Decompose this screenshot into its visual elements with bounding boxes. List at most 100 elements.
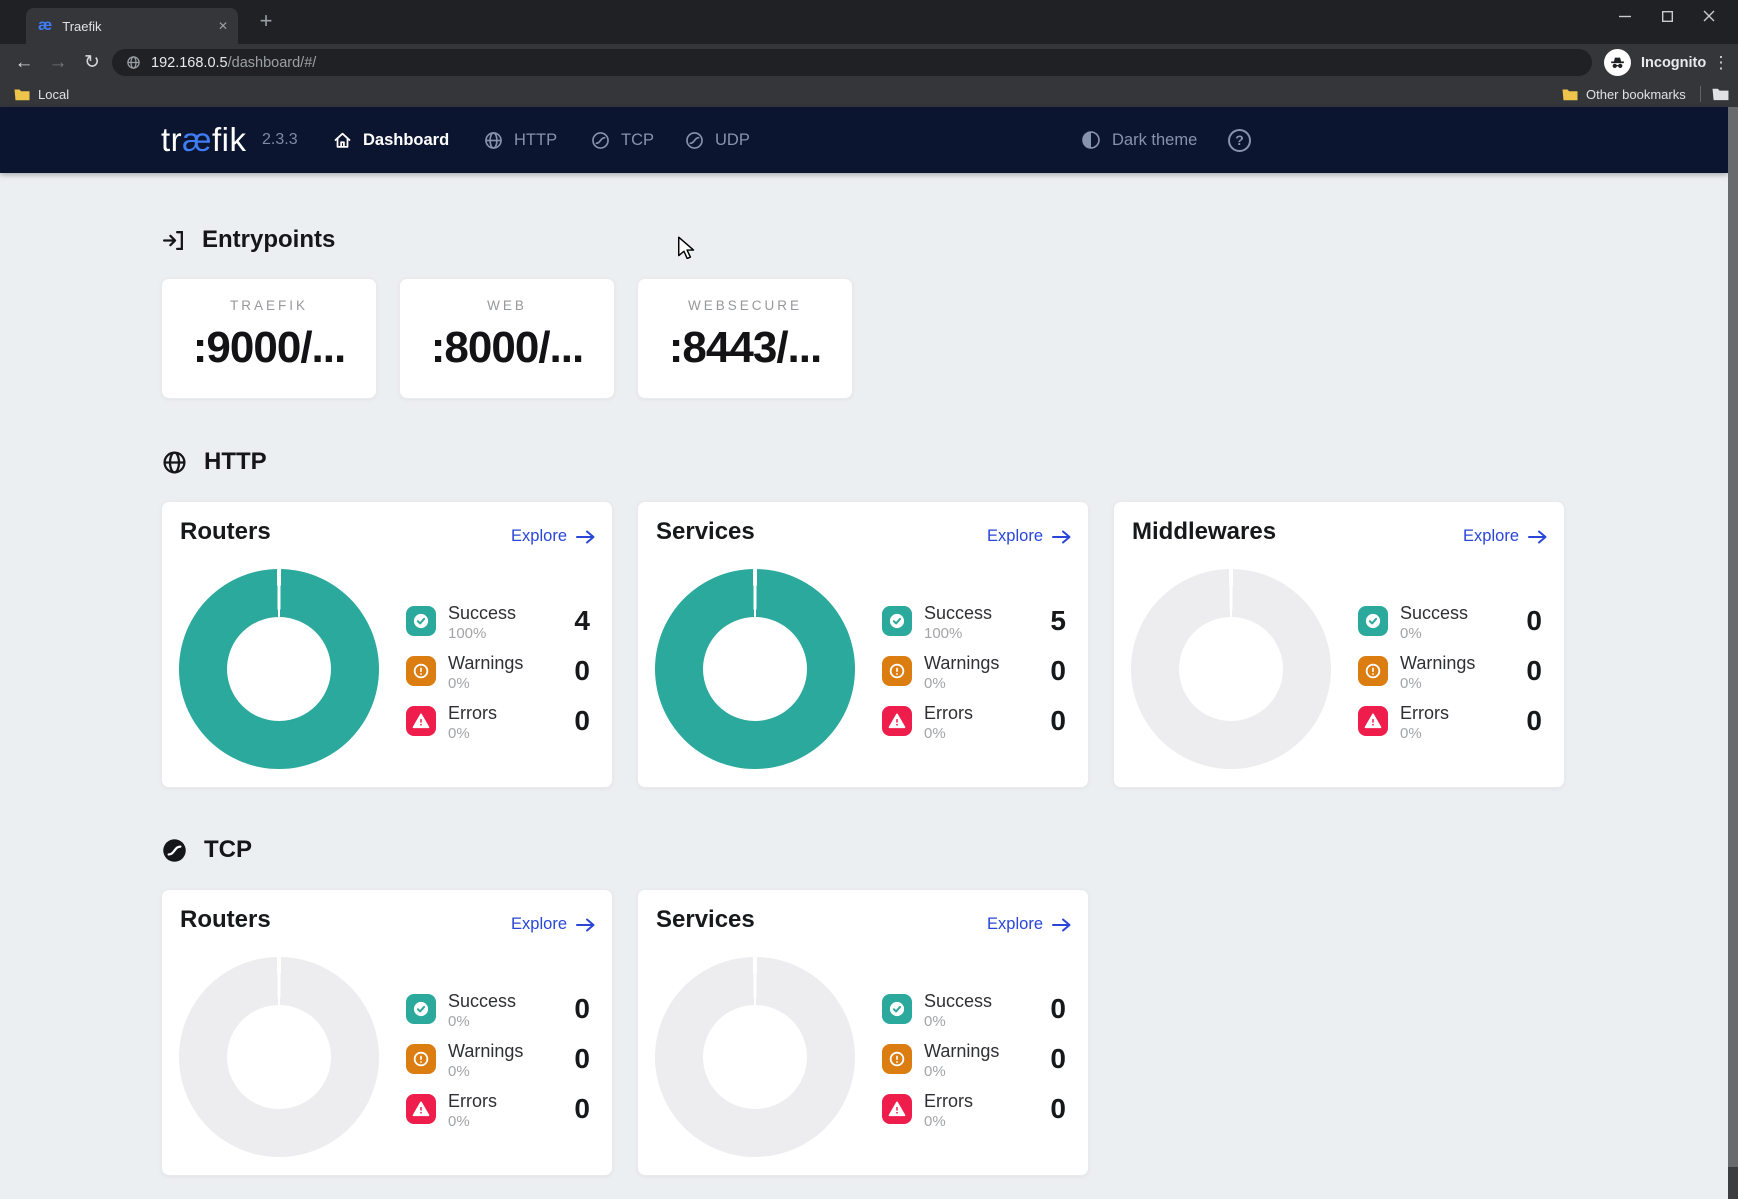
mouse-cursor — [676, 236, 696, 259]
nav-tcp[interactable]: TCP — [590, 107, 654, 173]
stat-label: Errors — [924, 1092, 973, 1111]
stat-label: Errors — [924, 704, 973, 723]
entrypoint-card-web: WEB :8000/... — [399, 278, 615, 399]
maximize-icon — [1662, 11, 1673, 22]
stat-errors: Errors0% — [406, 1094, 497, 1130]
explore-label: Explore — [511, 527, 567, 546]
nav-label: TCP — [621, 131, 654, 150]
entrypoint-name: TRAEFIK — [162, 298, 376, 313]
warning-icon — [406, 656, 436, 686]
nav-http[interactable]: HTTP — [483, 107, 557, 173]
explore-label: Explore — [987, 527, 1043, 546]
stat-warnings: Warnings0% — [882, 1044, 999, 1080]
tcp-services-card: Services Explore Success0% Warnings0% — [637, 889, 1089, 1176]
stat-warnings: Warnings0% — [882, 656, 999, 692]
traefik-favicon-icon: æ — [38, 17, 52, 35]
stat-success: Success0% — [1358, 606, 1468, 642]
stat-percent: 0% — [1400, 725, 1449, 742]
back-button[interactable]: ← — [10, 44, 38, 81]
traefik-header: træfik 2.3.3 Dashboard HTTP TCP — [0, 107, 1728, 173]
incognito-label: Incognito — [1641, 55, 1706, 71]
bookmark-label: Local — [38, 87, 69, 102]
stat-label: Success — [924, 992, 992, 1011]
success-icon — [882, 994, 912, 1024]
donut-hole — [703, 1005, 807, 1109]
bookmark-local-folder[interactable]: Local — [14, 81, 69, 107]
stat-value: 5 — [983, 606, 1066, 636]
http-heading: HTTP — [161, 448, 267, 476]
explore-link[interactable]: Explore — [987, 527, 1072, 546]
stat-warnings: Warnings0% — [406, 1044, 523, 1080]
explore-link[interactable]: Explore — [987, 915, 1072, 934]
donut-chart — [179, 957, 379, 1157]
stat-success: Success0% — [882, 994, 992, 1030]
forward-button[interactable]: → — [44, 44, 72, 81]
stat-label: Success — [448, 992, 516, 1011]
bookmarks-separator — [1700, 86, 1701, 102]
window-close-button[interactable] — [1688, 0, 1730, 32]
explore-link[interactable]: Explore — [1463, 527, 1548, 546]
reload-button[interactable]: ↻ — [78, 44, 106, 81]
explore-link[interactable]: Explore — [511, 527, 596, 546]
arrow-right-icon — [1052, 530, 1072, 544]
stat-label: Success — [448, 604, 516, 623]
explore-label: Explore — [987, 915, 1043, 934]
nav-label: Dashboard — [363, 131, 449, 150]
stat-percent: 100% — [448, 625, 516, 642]
browser-menu-button[interactable]: ⋮ — [1706, 44, 1736, 81]
stat-value: 4 — [507, 606, 590, 636]
card-title: Services — [656, 906, 755, 934]
window-minimize-button[interactable] — [1604, 0, 1646, 32]
stat-errors: Errors0% — [406, 706, 497, 742]
other-bookmarks-label: Other bookmarks — [1586, 87, 1686, 102]
stat-errors: Errors0% — [882, 706, 973, 742]
address-bar[interactable]: 192.168.0.5/dashboard/#/ — [112, 49, 1592, 76]
stat-value: 0 — [1459, 656, 1542, 686]
window-maximize-button[interactable] — [1646, 0, 1688, 32]
tab-close-icon[interactable]: ✕ — [218, 19, 228, 33]
tcp-routers-card: Routers Explore Success0% Warnings0% — [161, 889, 613, 1176]
scrollbar-thumb[interactable] — [1728, 107, 1738, 1167]
invert-colors-icon — [1080, 129, 1102, 151]
stat-label: Errors — [1400, 704, 1449, 723]
donut-hole — [1179, 617, 1283, 721]
stat-value: 0 — [983, 706, 1066, 736]
stat-value: 0 — [507, 1044, 590, 1074]
entrypoint-card-traefik: TRAEFIK :9000/... — [161, 278, 377, 399]
help-icon: ? — [1228, 129, 1251, 152]
incognito-badge: Incognito — [1604, 48, 1706, 77]
other-bookmarks-button[interactable]: Other bookmarks — [1562, 81, 1686, 107]
success-icon — [406, 994, 436, 1024]
dark-theme-label: Dark theme — [1112, 131, 1197, 150]
incognito-icon — [1604, 49, 1631, 76]
entrypoint-card-websecure: WEBSECURE :8443/... — [637, 278, 853, 399]
stat-value: 0 — [983, 994, 1066, 1024]
card-title: Routers — [180, 906, 271, 934]
stat-value: 0 — [1459, 706, 1542, 736]
stat-label: Success — [924, 604, 992, 623]
stat-value: 0 — [983, 1044, 1066, 1074]
pipeline-icon — [684, 130, 705, 151]
nav-udp[interactable]: UDP — [684, 107, 750, 173]
explore-link[interactable]: Explore — [511, 915, 596, 934]
home-icon — [332, 130, 353, 151]
success-icon — [882, 606, 912, 636]
nav-label: UDP — [715, 131, 750, 150]
help-button[interactable]: ? — [1228, 107, 1251, 173]
site-info-globe-icon[interactable] — [126, 55, 141, 70]
section-title: HTTP — [204, 448, 267, 476]
nav-dashboard[interactable]: Dashboard — [332, 107, 449, 173]
stat-success: Success0% — [406, 994, 516, 1030]
stat-warnings: Warnings0% — [1358, 656, 1475, 692]
scrollbar[interactable] — [1728, 107, 1738, 1199]
hidden-bookmarks-folder-button[interactable] — [1712, 81, 1729, 107]
browser-tab[interactable]: æ Traefik ✕ — [26, 8, 238, 44]
new-tab-button[interactable]: + — [252, 7, 280, 35]
dark-theme-toggle[interactable]: Dark theme — [1080, 107, 1197, 173]
donut-chart — [179, 569, 379, 769]
tab-title: Traefik — [62, 19, 218, 34]
stat-success: Success100% — [882, 606, 992, 642]
stat-label: Errors — [448, 1092, 497, 1111]
arrow-right-icon — [1052, 918, 1072, 932]
stat-value: 0 — [507, 706, 590, 736]
